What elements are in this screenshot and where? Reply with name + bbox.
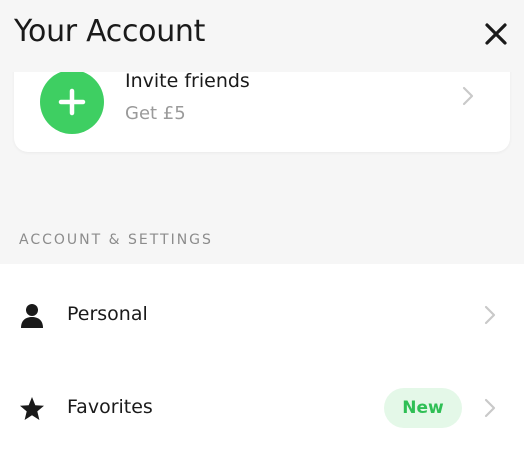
new-badge: New (384, 388, 462, 428)
invite-title: Invite friends (125, 70, 250, 92)
person-icon (21, 304, 43, 328)
settings-item-label: Favorites (67, 396, 153, 418)
chevron-right-icon (484, 398, 496, 418)
section-header: ACCOUNT & SETTINGS (19, 232, 213, 248)
star-icon (20, 397, 44, 420)
close-icon (485, 23, 507, 45)
settings-list: Personal Favorites New (0, 264, 524, 464)
invite-plus-button (40, 70, 104, 134)
settings-item-personal[interactable]: Personal (0, 266, 524, 362)
chevron-right-icon (484, 305, 496, 325)
settings-item-favorites[interactable]: Favorites New (0, 360, 524, 456)
close-button[interactable] (482, 20, 510, 48)
settings-item-label: Personal (67, 303, 148, 325)
page-title: Your Account (14, 14, 206, 49)
invite-subtitle: Get £5 (125, 103, 186, 124)
header: Your Account (0, 0, 524, 72)
plus-icon (58, 88, 86, 116)
chevron-right-icon (462, 86, 474, 106)
